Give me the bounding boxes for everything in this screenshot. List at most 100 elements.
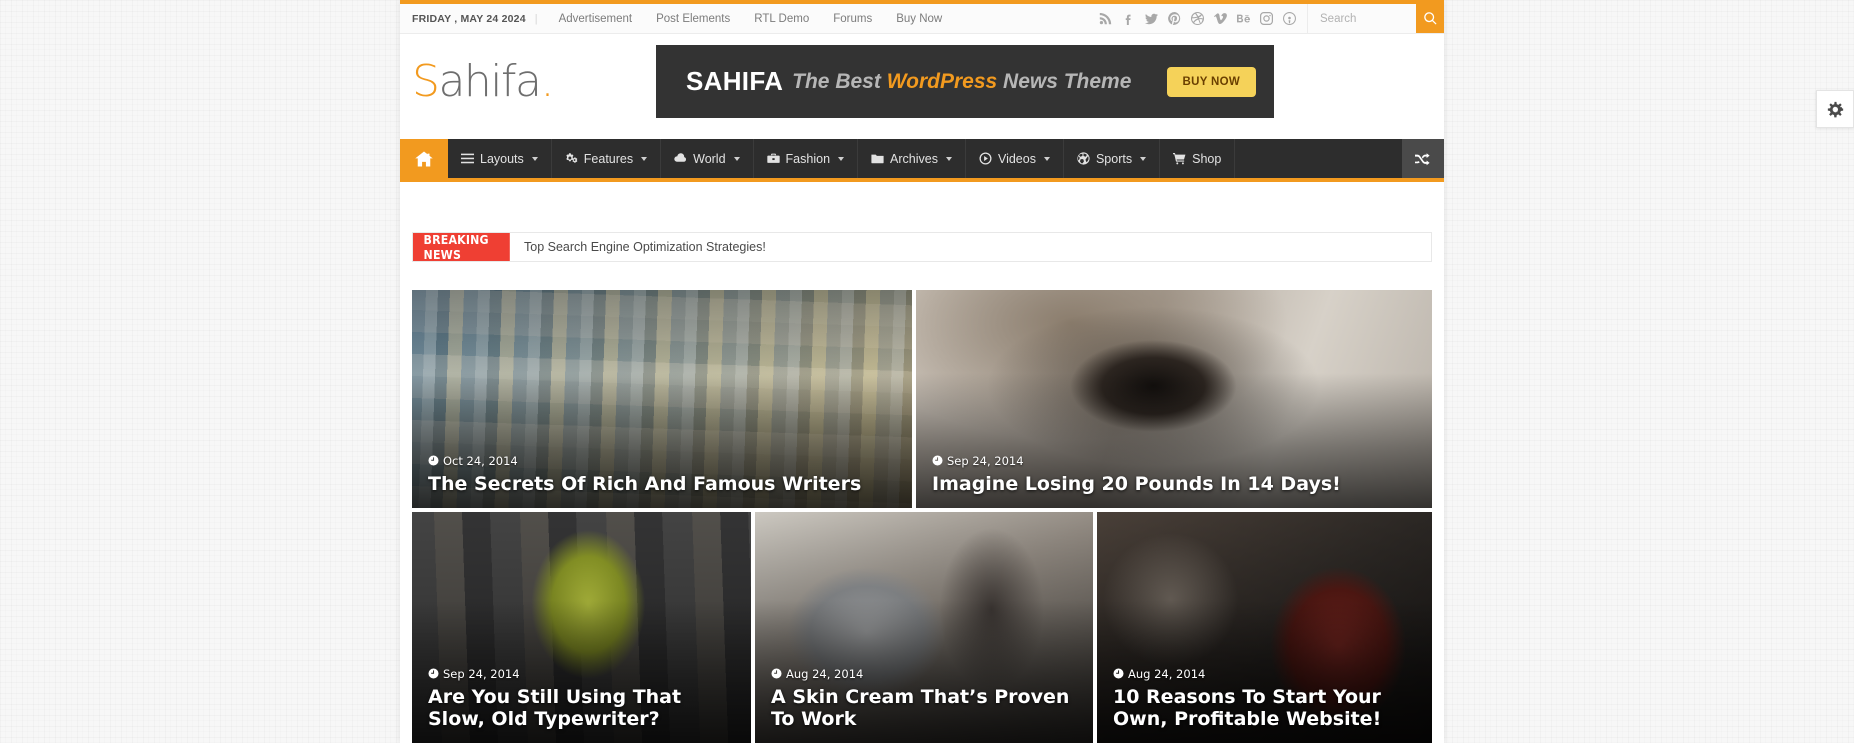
soccer-ball-icon bbox=[1077, 152, 1090, 165]
banner-tagline-pre: The Best bbox=[792, 69, 887, 93]
menu-item-videos[interactable]: Videos bbox=[966, 139, 1064, 178]
current-date: FRIDAY , MAY 24 2024 bbox=[412, 12, 526, 25]
menu-item-features[interactable]: Features bbox=[552, 139, 662, 178]
banner-tagline-post: News Theme bbox=[997, 69, 1132, 93]
featured-posts-grid: Oct 24, 2014 The Secrets Of Rich And Fam… bbox=[412, 290, 1432, 743]
random-post-button[interactable] bbox=[1402, 139, 1444, 178]
folder-icon bbox=[871, 154, 884, 164]
post-date-row: Sep 24, 2014 bbox=[428, 667, 735, 681]
featured-post-tile[interactable]: Oct 24, 2014 The Secrets Of Rich And Fam… bbox=[412, 290, 912, 508]
buy-now-button[interactable]: BUY NOW bbox=[1166, 66, 1256, 97]
menu-label-fashion: Fashion bbox=[785, 151, 831, 166]
chevron-down-icon bbox=[531, 156, 538, 161]
post-date-row: Aug 24, 2014 bbox=[1113, 667, 1416, 681]
behance-icon[interactable] bbox=[1236, 11, 1251, 26]
menu-item-shop[interactable]: Shop bbox=[1160, 139, 1236, 178]
topnav-link-forums[interactable]: Forums bbox=[821, 13, 884, 25]
post-date: Sep 24, 2014 bbox=[947, 453, 1024, 468]
topnav-separator: | bbox=[534, 12, 538, 25]
clock-icon bbox=[771, 668, 782, 679]
menu-label-world: World bbox=[693, 151, 726, 166]
rss-icon[interactable] bbox=[1098, 11, 1113, 26]
post-meta: Sep 24, 2014 Are You Still Using That Sl… bbox=[428, 667, 735, 730]
breaking-news-headline[interactable]: Top Search Engine Optimization Strategie… bbox=[510, 233, 766, 261]
menu-label-sports: Sports bbox=[1095, 151, 1133, 166]
site-header: Sahifa. SAHIFA The Best WordPress News T… bbox=[400, 35, 1444, 128]
top-navigation-bar: FRIDAY , MAY 24 2024 | Advertisement Pos… bbox=[400, 4, 1444, 34]
menu-item-archives[interactable]: Archives bbox=[858, 139, 966, 178]
post-date: Oct 24, 2014 bbox=[443, 453, 518, 468]
menu-label-videos: Videos bbox=[997, 151, 1036, 166]
home-icon bbox=[415, 151, 433, 166]
podcast-icon[interactable] bbox=[1282, 11, 1297, 26]
topnav-right-group bbox=[1098, 4, 1444, 33]
clock-icon bbox=[428, 455, 439, 466]
topnav-links: Advertisement Post Elements RTL Demo For… bbox=[547, 13, 955, 25]
featured-post-tile[interactable]: Aug 24, 2014 A Skin Cream That’s Proven … bbox=[755, 512, 1093, 743]
vimeo-icon[interactable] bbox=[1213, 11, 1228, 26]
clock-icon bbox=[428, 668, 439, 679]
topnav-link-advertisement[interactable]: Advertisement bbox=[547, 13, 645, 25]
clock-icon bbox=[1113, 668, 1124, 679]
menu-item-world[interactable]: World bbox=[661, 139, 754, 178]
pinterest-icon[interactable] bbox=[1167, 11, 1182, 26]
post-date: Sep 24, 2014 bbox=[443, 666, 520, 681]
chevron-down-icon bbox=[838, 156, 845, 161]
banner-tagline-highlight: WordPress bbox=[886, 69, 998, 93]
main-navigation: Layouts Features World Fashion Archives … bbox=[400, 139, 1444, 182]
menu-label-layouts: Layouts bbox=[480, 151, 524, 166]
topnav-link-rtl-demo[interactable]: RTL Demo bbox=[742, 13, 821, 25]
social-links bbox=[1098, 11, 1307, 26]
menu-item-sports[interactable]: Sports bbox=[1064, 139, 1161, 178]
menu-label-features: Features bbox=[583, 151, 634, 166]
search-icon bbox=[1423, 12, 1436, 25]
post-title[interactable]: The Secrets Of Rich And Famous Writers bbox=[428, 473, 896, 495]
facebook-icon[interactable] bbox=[1121, 11, 1136, 26]
topnav-link-buy-now[interactable]: Buy Now bbox=[884, 13, 954, 25]
logo-dot: . bbox=[540, 55, 554, 107]
post-meta: Sep 24, 2014 Imagine Losing 20 Pounds In… bbox=[932, 454, 1416, 495]
search-button[interactable] bbox=[1416, 4, 1444, 33]
breaking-news-label: BREAKING NEWS bbox=[413, 232, 510, 262]
post-date-row: Aug 24, 2014 bbox=[771, 667, 1077, 681]
logo-text-rest: ahifa bbox=[438, 55, 542, 107]
search-input[interactable] bbox=[1308, 4, 1416, 33]
post-date: Aug 24, 2014 bbox=[786, 666, 864, 681]
featured-post-tile[interactable]: Aug 24, 2014 10 Reasons To Start Your Ow… bbox=[1097, 512, 1432, 743]
post-title[interactable]: Imagine Losing 20 Pounds In 14 Days! bbox=[932, 473, 1416, 495]
promo-banner[interactable]: SAHIFA The Best WordPress News Theme BUY… bbox=[656, 45, 1274, 118]
featured-post-tile[interactable]: Sep 24, 2014 Are You Still Using That Sl… bbox=[412, 512, 751, 743]
post-meta: Aug 24, 2014 10 Reasons To Start Your Ow… bbox=[1113, 667, 1416, 730]
site-logo[interactable]: Sahifa. bbox=[400, 59, 650, 104]
twitter-icon[interactable] bbox=[1144, 11, 1159, 26]
post-meta: Oct 24, 2014 The Secrets Of Rich And Fam… bbox=[428, 454, 896, 495]
logo-letter-s: S bbox=[412, 55, 440, 107]
menu-item-fashion[interactable]: Fashion bbox=[754, 139, 859, 178]
chevron-down-icon bbox=[1140, 156, 1147, 161]
list-icon bbox=[461, 153, 474, 164]
menu-label-archives: Archives bbox=[890, 151, 938, 166]
post-date-row: Sep 24, 2014 bbox=[932, 454, 1416, 468]
post-title[interactable]: 10 Reasons To Start Your Own, Profitable… bbox=[1113, 686, 1416, 730]
post-title[interactable]: Are You Still Using That Slow, Old Typew… bbox=[428, 686, 735, 730]
briefcase-icon bbox=[766, 153, 780, 163]
topnav-link-post-elements[interactable]: Post Elements bbox=[644, 13, 742, 25]
chevron-down-icon bbox=[641, 156, 648, 161]
menu-item-home[interactable] bbox=[400, 139, 448, 178]
page-wrapper: FRIDAY , MAY 24 2024 | Advertisement Pos… bbox=[400, 0, 1444, 743]
post-title[interactable]: A Skin Cream That’s Proven To Work bbox=[771, 686, 1077, 730]
banner-tagline: The Best WordPress News Theme bbox=[792, 70, 1131, 94]
menu-item-layouts[interactable]: Layouts bbox=[448, 139, 552, 178]
chevron-down-icon bbox=[945, 156, 952, 161]
clock-icon bbox=[932, 455, 943, 466]
search-box[interactable] bbox=[1307, 4, 1444, 33]
instagram-icon[interactable] bbox=[1259, 11, 1274, 26]
featured-post-tile[interactable]: Sep 24, 2014 Imagine Losing 20 Pounds In… bbox=[916, 290, 1432, 508]
post-date: Aug 24, 2014 bbox=[1128, 666, 1206, 681]
cloud-icon bbox=[674, 153, 687, 162]
post-date-row: Oct 24, 2014 bbox=[428, 454, 896, 468]
theme-options-toggle[interactable] bbox=[1816, 90, 1854, 128]
banner-brand: SAHIFA bbox=[686, 66, 784, 96]
dribbble-icon[interactable] bbox=[1190, 11, 1205, 26]
gear-icon bbox=[1827, 101, 1843, 117]
